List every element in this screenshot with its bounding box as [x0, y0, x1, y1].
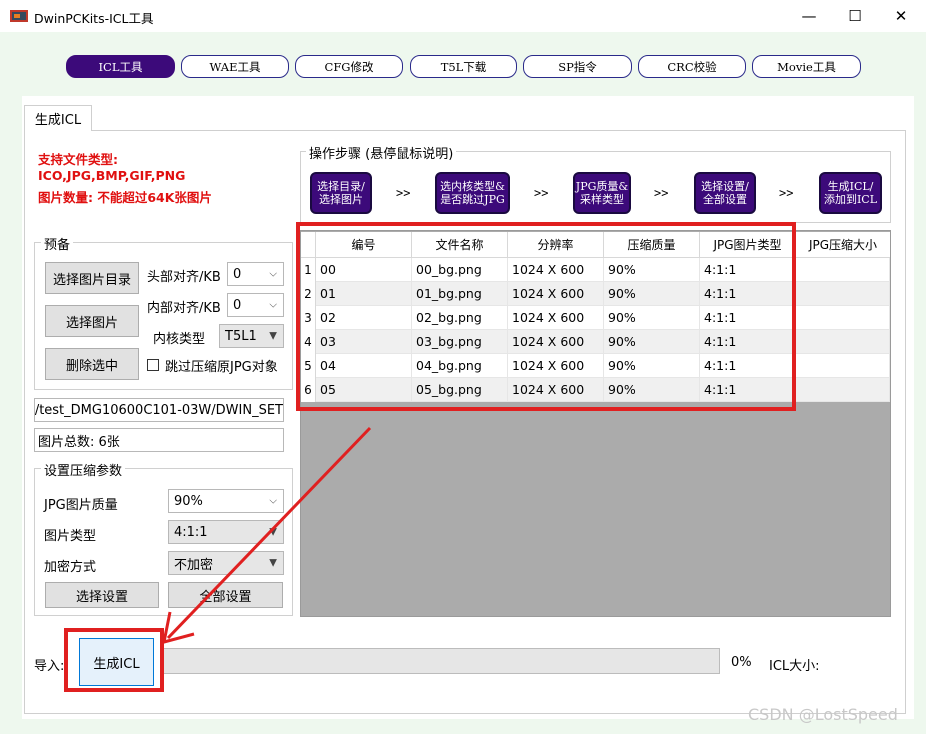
caret-down-icon: ▼ — [269, 330, 277, 342]
import-label: 导入: — [34, 659, 65, 674]
tab-crc-check[interactable]: CRC校验 — [638, 55, 746, 78]
maximize-icon: ☐ — [848, 7, 862, 25]
supported-types-list: ICO,JPG,BMP,GIF,PNG — [38, 168, 186, 183]
image-limit-note: 图片数量: 不能超过64K张图片 — [38, 190, 212, 205]
steps-group-title: 操作步骤 (悬停鼠标说明) — [306, 143, 457, 162]
table-cell — [796, 306, 890, 330]
chevron-down-icon: ⌵ — [269, 268, 277, 280]
step-line: 选择目录/ — [317, 180, 365, 193]
head-align-label: 头部对齐/KB — [147, 270, 221, 285]
generate-icl-button[interactable]: 生成ICL — [79, 638, 154, 686]
annotation-arrow — [162, 426, 372, 645]
step-arrow: >> — [654, 186, 669, 200]
apply-selected-button[interactable]: 选择设置 — [45, 582, 159, 608]
watermark: CSDN @LostSpeed — [748, 705, 898, 724]
tab-icl-tool[interactable]: ICL工具 — [66, 55, 175, 78]
step-line: 添加到ICL — [823, 193, 878, 206]
step-line: 采样类型 — [579, 193, 624, 206]
image-type-label: 图片类型 — [44, 529, 97, 544]
image-count-text: 图片总数: 6张 — [38, 434, 120, 450]
head-align-combo[interactable]: 0 ⌵ — [227, 262, 284, 286]
select-image-button[interactable]: 选择图片 — [45, 305, 139, 337]
step-line: 选择图片 — [319, 193, 363, 206]
compress-group-title: 设置压缩参数 — [41, 460, 126, 479]
directory-path-field[interactable]: /test_DMG10600C101-03W/DWIN_SET — [34, 398, 284, 422]
tab-movie-tool[interactable]: Movie工具 — [752, 55, 861, 78]
close-icon: ✕ — [894, 7, 908, 25]
window-title: DwinPCKits-ICL工具 — [34, 11, 154, 26]
table-cell — [796, 282, 890, 306]
table-cell — [796, 258, 890, 282]
maximize-button[interactable]: ☐ — [832, 0, 878, 32]
step-arrow: >> — [779, 186, 794, 200]
select-image-dir-button[interactable]: 选择图片目录 — [45, 262, 139, 294]
step-line: 选择设置/ — [701, 180, 749, 193]
skip-jpg-checkbox[interactable] — [147, 359, 159, 371]
step-apply-settings[interactable]: 选择设置/全部设置 — [694, 172, 756, 214]
annotation-highlight-table — [296, 222, 796, 411]
inner-align-label: 内部对齐/KB — [147, 301, 221, 316]
step-jpg-quality[interactable]: JPG质量& 采样类型 — [573, 172, 631, 214]
step-arrow: >> — [534, 186, 549, 200]
tab-t5l-download[interactable]: T5L下载 — [410, 55, 517, 78]
progress-percent: 0% — [731, 655, 752, 670]
skip-jpg-label: 跳过压缩原JPG对象 — [165, 360, 278, 375]
step-line: 是否跳过JPG — [440, 193, 505, 206]
minimize-icon: — — [801, 7, 817, 25]
tab-wae-tool[interactable]: WAE工具 — [181, 55, 289, 78]
step-generate-icl[interactable]: 生成ICL/添加到ICL — [819, 172, 882, 214]
tab-cfg-edit[interactable]: CFG修改 — [295, 55, 403, 78]
encrypt-label: 加密方式 — [44, 560, 97, 575]
table-cell — [796, 354, 890, 378]
step-core-type[interactable]: 选内核类型& 是否跳过JPG — [435, 172, 510, 214]
step-line: 选内核类型& — [440, 180, 505, 193]
delete-selected-button[interactable]: 删除选中 — [45, 348, 139, 380]
step-line: 生成ICL/ — [827, 180, 874, 193]
tab-sp-command[interactable]: SP指令 — [523, 55, 632, 78]
table-cell — [796, 378, 890, 402]
import-progress-bar — [160, 648, 720, 674]
step-line: 全部设置 — [703, 193, 747, 206]
prepare-group-title: 预备 — [41, 234, 74, 253]
column-header[interactable]: JPG压缩大小 — [796, 232, 890, 258]
head-align-value: 0 — [233, 266, 242, 282]
inner-align-value: 0 — [233, 297, 242, 313]
jpg-quality-label: JPG图片质量 — [44, 498, 118, 513]
icl-size-label: ICL大小: — [769, 659, 820, 674]
core-type-select[interactable]: T5L1 ▼ — [219, 324, 284, 348]
tab-generate-icl[interactable]: 生成ICL — [24, 105, 92, 131]
inner-align-combo[interactable]: 0 ⌵ — [227, 293, 284, 317]
chevron-down-icon: ⌵ — [269, 299, 277, 311]
close-button[interactable]: ✕ — [878, 0, 924, 32]
core-type-value: T5L1 — [225, 328, 257, 344]
app-icon — [10, 10, 28, 22]
directory-path-value: /test_DMG10600C101-03W/DWIN_SET — [34, 402, 283, 418]
core-type-label: 内核类型 — [153, 332, 206, 347]
table-cell — [796, 330, 890, 354]
step-arrow: >> — [396, 186, 411, 200]
step-line: JPG质量& — [575, 180, 629, 193]
supported-types-title: 支持文件类型: — [38, 152, 118, 167]
step-select-images[interactable]: 选择目录/选择图片 — [310, 172, 372, 214]
minimize-button[interactable]: — — [786, 0, 832, 32]
